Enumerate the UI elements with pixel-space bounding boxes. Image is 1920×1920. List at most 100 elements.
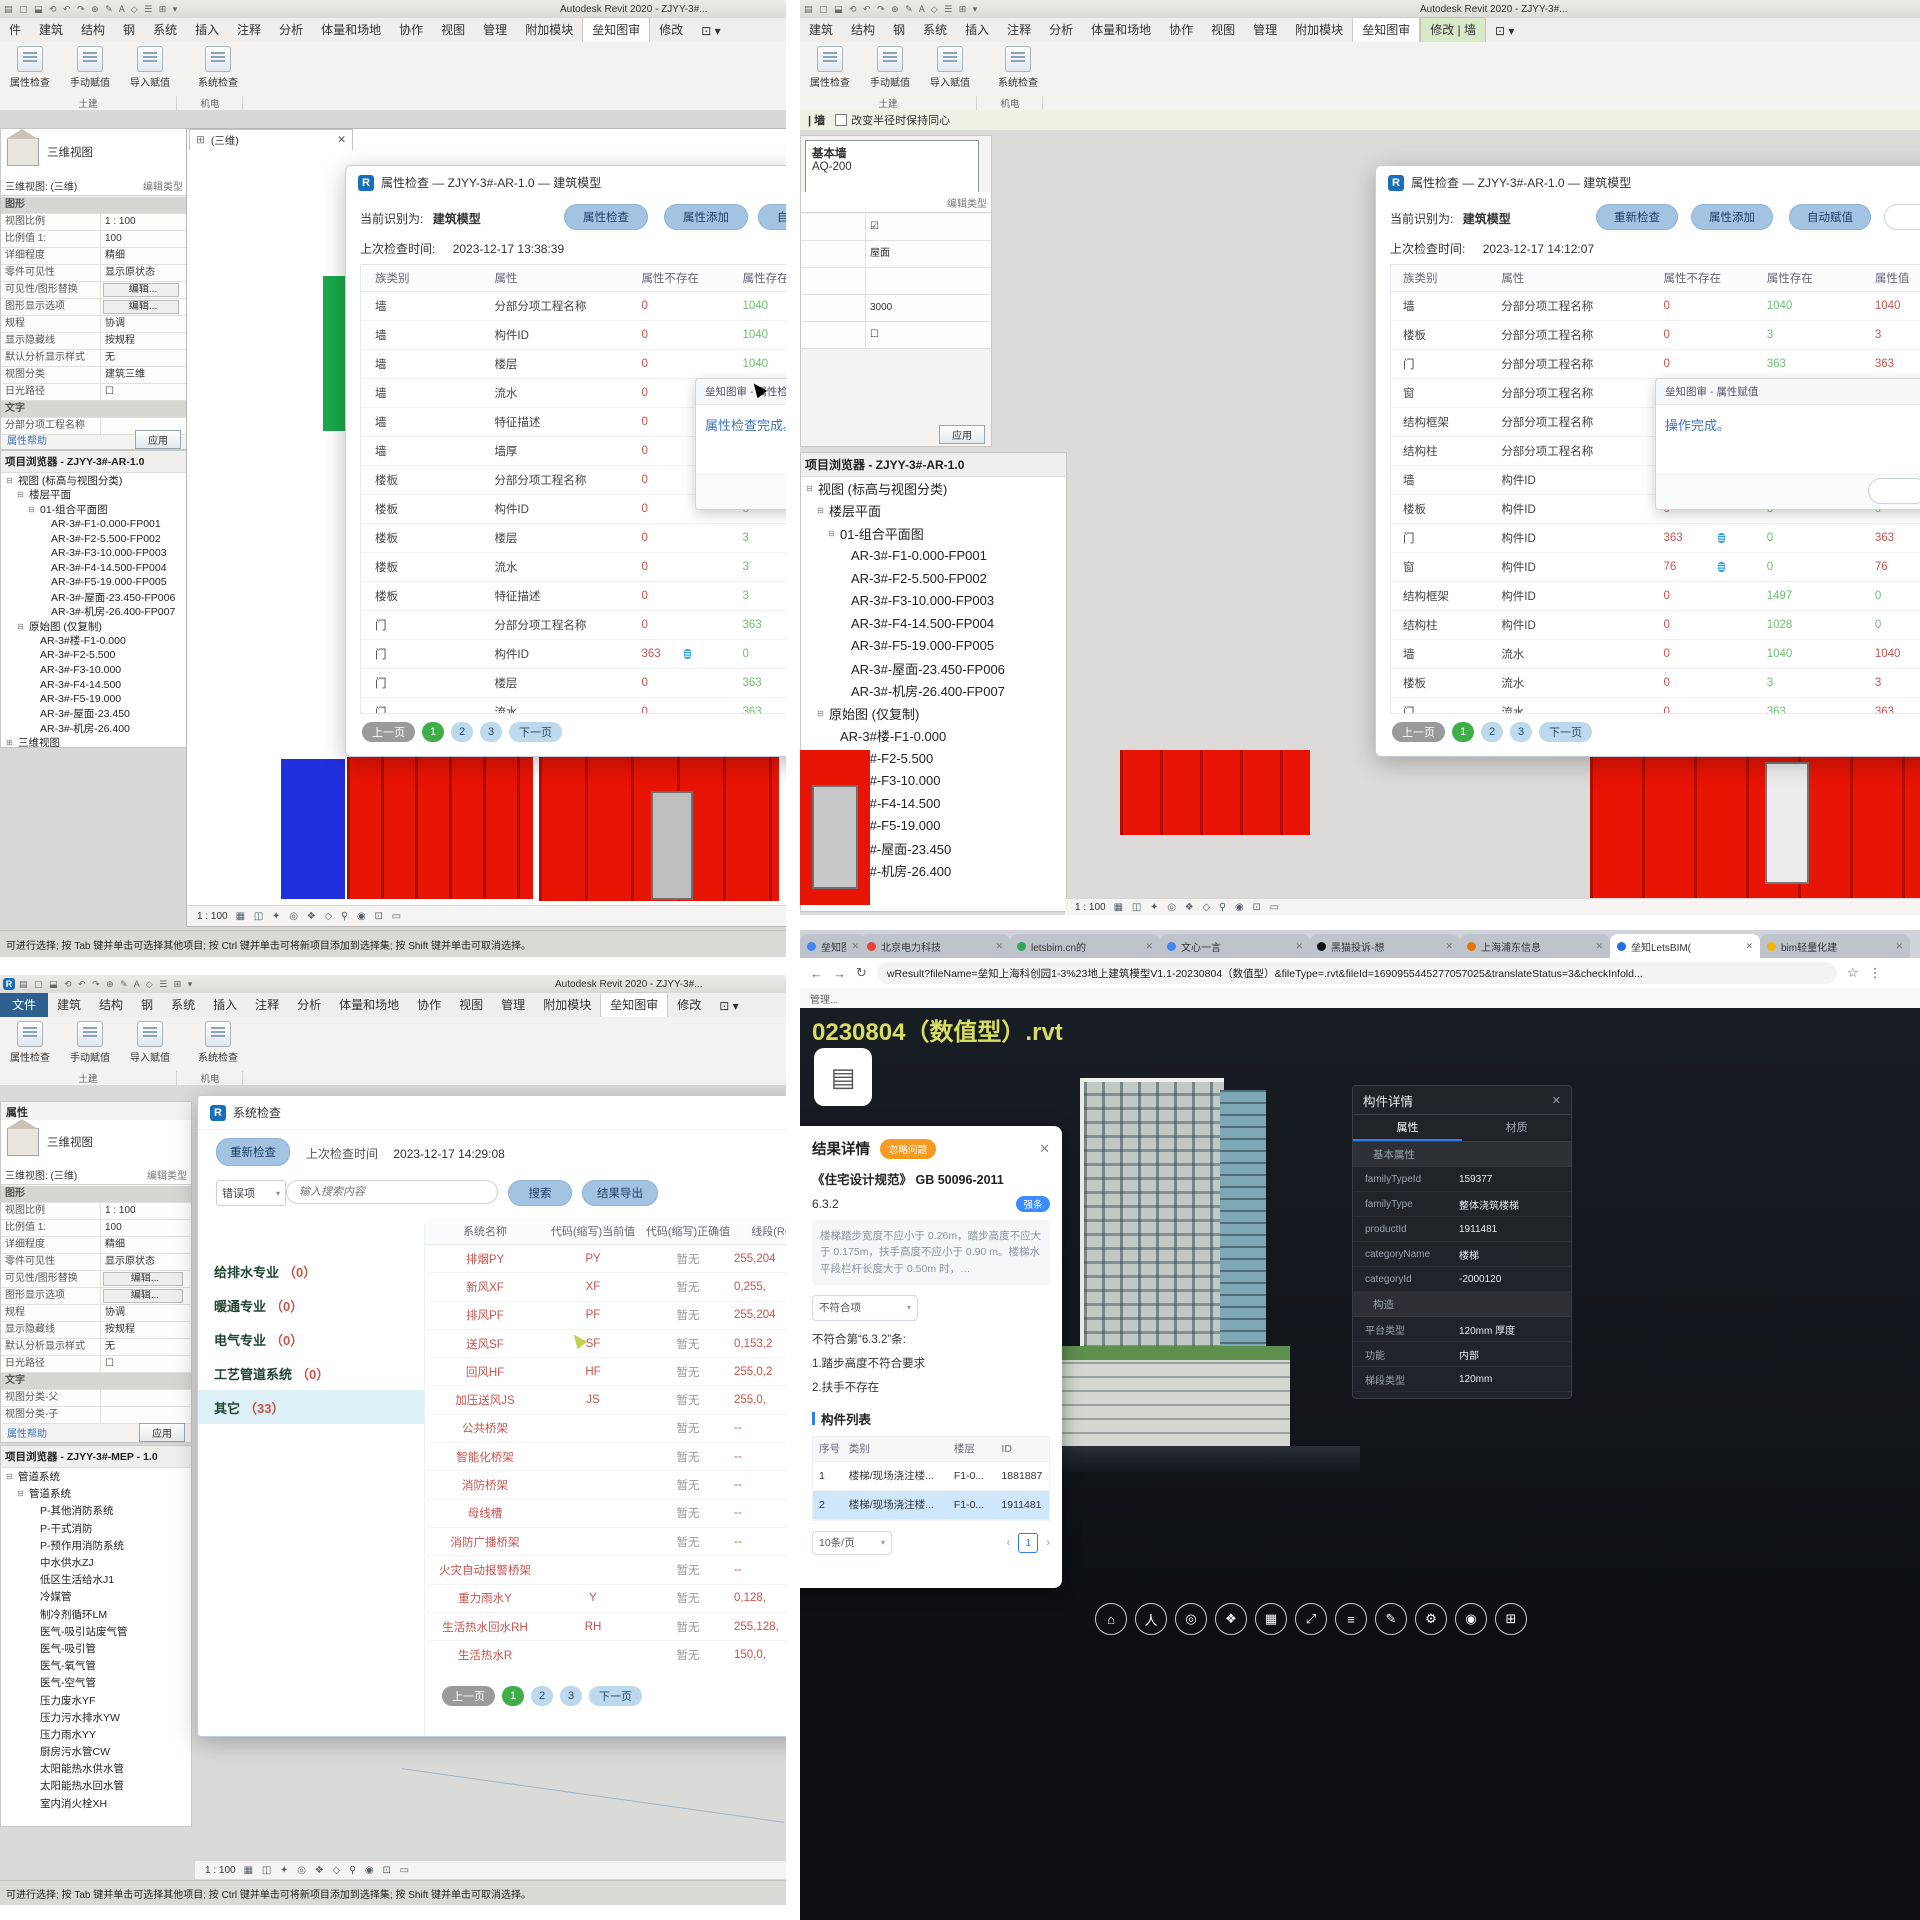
property-value[interactable]: ☑ — [866, 214, 991, 240]
property-row[interactable]: ☑ — [801, 214, 991, 241]
ribbon-tab[interactable]: 协作 — [1160, 18, 1202, 42]
ribbon-tab[interactable]: ⊡ ▾ — [1486, 21, 1523, 42]
recheck-button[interactable]: 重新检查 — [1596, 204, 1678, 230]
table-row[interactable]: 加压送风JS JS 暂无 255,0, — [426, 1386, 786, 1414]
tree-item[interactable]: AR-3#楼-F1-0.000 — [801, 725, 1066, 748]
tree-item[interactable]: ⊟ 原始图 (仅复制) — [801, 702, 1066, 725]
ribbon-tab[interactable]: 件 — [0, 18, 30, 42]
tree-item[interactable]: ⊟ 01-组合平面图 — [801, 522, 1066, 545]
property-row[interactable]: 零件可见性 显示原状态 — [1, 1254, 191, 1271]
property-value[interactable]: 编辑... — [103, 1289, 183, 1303]
tree-item[interactable]: 制冷剂循环LM — [1, 1606, 191, 1623]
property-value[interactable]: 1 : 100 — [101, 1203, 191, 1219]
property-value[interactable]: ☐ — [866, 322, 991, 348]
property-row[interactable]: ☐ — [801, 322, 991, 349]
ribbon-tab[interactable]: 垒知图审 — [1352, 17, 1420, 42]
property-value[interactable]: 100 — [101, 1220, 191, 1236]
table-row[interactable]: 门 构件ID 363 ≣ 0 363 — [1391, 524, 1920, 553]
tree-item[interactable]: ⊟ 楼层平面 — [1, 488, 187, 503]
tree-item[interactable]: AR-3#-F5-19.000 — [1, 692, 187, 707]
ribbon-tab[interactable]: 钢 — [884, 18, 914, 42]
next-page-button[interactable]: 下一页 — [589, 1686, 642, 1706]
edit-type-button[interactable]: 编辑类型 — [947, 195, 987, 210]
property-value[interactable]: 建筑三维 — [101, 367, 187, 383]
edit-type-button[interactable]: 编辑类型 — [143, 178, 183, 193]
quick-access-toolbar[interactable]: ▤ ▢ ⬓ ⟲ ↶ ↷ ⊕ ✎ A ◇ ☰ ⊞ ▾ — [800, 4, 979, 15]
next-page-icon[interactable]: › — [1046, 1537, 1050, 1549]
ribbon-tab[interactable]: 修改 — [668, 993, 710, 1017]
ribbon-tab[interactable]: 钢 — [132, 993, 162, 1017]
property-row[interactable]: 默认分析显示样式 无 — [1, 1339, 191, 1356]
property-row[interactable]: 详细程度 精细 — [1, 248, 187, 265]
fail-item[interactable]: 1.踏步高度不符合要求 — [800, 1351, 1062, 1375]
tree-item[interactable]: 低区生活给水J1 — [1, 1571, 191, 1588]
ribbon-tab[interactable]: 插入 — [956, 18, 998, 42]
property-row[interactable]: 显示隐藏线 按规程 — [1, 333, 187, 350]
tree-item[interactable]: 压力废水YF — [1, 1691, 191, 1708]
close-icon[interactable]: ✕ — [1552, 1094, 1561, 1107]
tree-item[interactable]: AR-3#-机房-26.400-FP007 — [1, 604, 187, 619]
property-row[interactable] — [801, 268, 991, 295]
ribbon-tab[interactable]: ⊡ ▾ — [692, 21, 729, 42]
current-page[interactable]: 1 — [1018, 1533, 1038, 1553]
ribbon-tab[interactable]: 建筑 — [48, 993, 90, 1017]
prev-page-icon[interactable]: ‹ — [1007, 1537, 1011, 1549]
discipline-item[interactable]: 给排水专业 （0） — [198, 1254, 424, 1288]
tree-item[interactable]: 压力雨水YY — [1, 1726, 191, 1743]
table-row[interactable]: 楼板 流水 0 ≣ 3 — [361, 553, 786, 582]
property-value[interactable] — [25, 1186, 191, 1202]
url-field[interactable]: wResult?fileName=垒知上海科创园1-3%23地上建筑模型V1.1… — [877, 962, 1837, 984]
page-2-button[interactable]: 2 — [1481, 722, 1503, 742]
tree-item[interactable]: ⊟ 视图 (标高与视图分类) — [801, 477, 1066, 500]
property-value[interactable]: 编辑... — [103, 300, 179, 314]
ribbon-tab[interactable]: 系统 — [162, 993, 204, 1017]
property-value[interactable]: 显示原状态 — [101, 265, 187, 281]
property-row[interactable]: 图形显示选项 编辑... — [1, 1288, 191, 1305]
tree-expand-icon[interactable]: ⊟ — [28, 505, 37, 514]
property-value[interactable]: 精细 — [101, 248, 187, 264]
page-2-button[interactable]: 2 — [531, 1686, 553, 1706]
tree-item[interactable]: ⊟ 01-组合平面图 — [1, 502, 187, 517]
table-row[interactable]: 楼板 流水 0 ≣ 3 3 — [1391, 669, 1920, 698]
tree-expand-icon[interactable]: ⊞ — [6, 738, 15, 747]
browser-tab[interactable]: 上海浦东信息 ✕ — [1460, 934, 1610, 958]
ribbon-tab[interactable]: 附加模块 — [1286, 18, 1352, 42]
ribbon-tab[interactable]: 注释 — [246, 993, 288, 1017]
detail-view-icon[interactable]: ≣ — [1718, 562, 1726, 572]
prev-page-button[interactable]: 上一页 — [362, 722, 415, 742]
property-row[interactable]: 3000 — [801, 295, 991, 322]
page-2-button[interactable]: 2 — [451, 722, 473, 742]
reload-icon[interactable]: ↻ — [856, 965, 867, 981]
tab-close-icon[interactable]: ✕ — [995, 941, 1003, 952]
table-row[interactable]: 母线槽 暂无 -- — [426, 1500, 786, 1528]
viewer-tool-icon[interactable]: ▦ — [1255, 1603, 1287, 1635]
ribbon-tab[interactable]: 钢 — [114, 18, 144, 42]
view-control-icons[interactable]: ▦ ◫ ✦ ◎ ❖ ◇ ⚲ ◉ ⊡ ▭ — [1114, 902, 1283, 913]
property-value[interactable]: 按规程 — [101, 1322, 191, 1338]
tab-close-icon[interactable]: ✕ — [1145, 941, 1153, 952]
tree-item[interactable]: P-预作用消防系统 — [1, 1537, 191, 1554]
view-scale[interactable]: 1 : 100 — [205, 1865, 236, 1876]
ribbon-button[interactable]: 属性检查 — [802, 44, 858, 89]
component-row[interactable]: 1 楼梯/现场浇注楼... F1-0... 1881887 — [813, 1462, 1049, 1491]
page-3-button[interactable]: 3 — [480, 722, 502, 742]
tree-item[interactable]: AR-3#-F1-0.000-FP001 — [1, 517, 187, 532]
property-row[interactable]: 显示隐藏线 按规程 — [1, 1322, 191, 1339]
tree-item[interactable]: AR-3#-F4-14.500-FP004 — [1, 561, 187, 576]
property-value[interactable] — [101, 1407, 191, 1423]
tree-item[interactable]: 太阳能热水供水管 — [1, 1760, 191, 1777]
table-row[interactable]: 排烟PY PY 暂无 255,204 — [426, 1245, 786, 1273]
browser-tab[interactable]: 文心一言 ✕ — [1160, 934, 1310, 958]
viewer-tool-icon[interactable]: ⊞ — [1495, 1603, 1527, 1635]
tree-item[interactable]: 医气-空气管 — [1, 1674, 191, 1691]
table-row[interactable]: 生活热水回水RH RH 暂无 255,128, — [426, 1613, 786, 1641]
tab-close-icon[interactable]: ✕ — [1895, 941, 1903, 952]
checkbox-icon[interactable] — [835, 114, 847, 126]
tree-item[interactable]: AR-3#-F1-0.000-FP001 — [801, 545, 1066, 568]
search-input[interactable] — [286, 1180, 498, 1204]
property-row[interactable]: 零件可见性 显示原状态 — [1, 265, 187, 282]
tree-item[interactable]: AR-3#-F2-5.500-FP002 — [1, 531, 187, 546]
tree-expand-icon[interactable]: ⊟ — [17, 1489, 26, 1498]
tree-item[interactable]: AR-3#-屋面-23.450-FP006 — [801, 657, 1066, 680]
view-close-icon[interactable]: ✕ — [337, 134, 346, 146]
